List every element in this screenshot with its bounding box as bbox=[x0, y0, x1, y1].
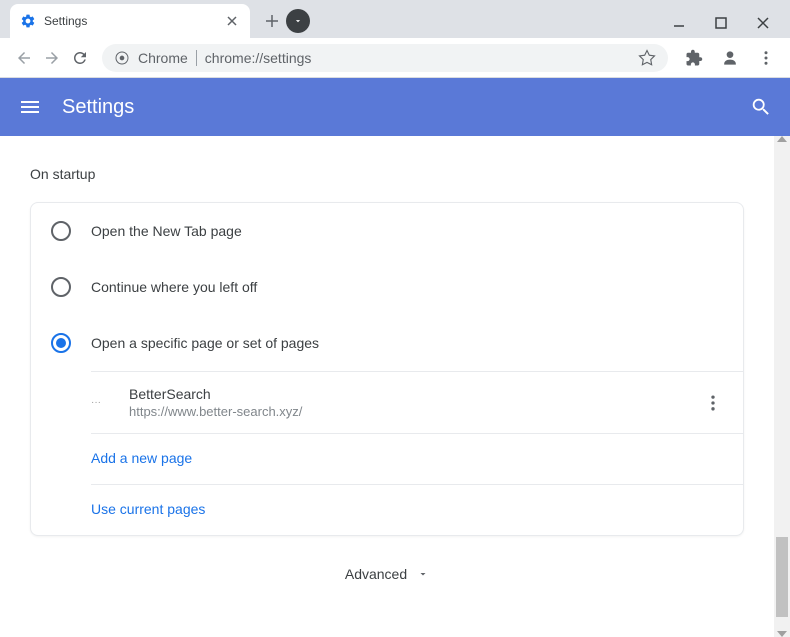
radio-label: Continue where you left off bbox=[91, 279, 257, 295]
radio-icon-selected bbox=[51, 333, 71, 353]
incognito-icon[interactable] bbox=[286, 9, 310, 33]
advanced-label: Advanced bbox=[345, 566, 407, 582]
maximize-icon[interactable] bbox=[714, 16, 728, 30]
window-titlebar: Settings bbox=[0, 0, 790, 38]
profile-icon[interactable] bbox=[716, 44, 744, 72]
page-title: Settings bbox=[62, 96, 750, 119]
settings-gear-icon bbox=[20, 13, 36, 29]
scrollbar-thumb[interactable] bbox=[776, 537, 788, 617]
add-page-row[interactable]: Add a new page bbox=[91, 433, 743, 484]
new-tab-button[interactable] bbox=[258, 7, 286, 35]
page-more-icon[interactable] bbox=[703, 393, 723, 413]
omnibox-url: chrome://settings bbox=[205, 50, 638, 66]
chevron-down-icon bbox=[417, 568, 429, 580]
radio-icon bbox=[51, 277, 71, 297]
more-menu-icon[interactable] bbox=[752, 44, 780, 72]
minimize-icon[interactable] bbox=[672, 16, 686, 30]
close-tab-icon[interactable] bbox=[224, 13, 240, 29]
startup-card: Open the New Tab page Continue where you… bbox=[30, 202, 744, 536]
browser-toolbar: Chrome chrome://settings bbox=[0, 38, 790, 78]
browser-tab[interactable]: Settings bbox=[10, 4, 250, 38]
omnibox-divider bbox=[196, 50, 197, 66]
back-icon[interactable] bbox=[10, 44, 38, 72]
radio-specific[interactable]: Open a specific page or set of pages bbox=[31, 315, 743, 371]
radio-icon bbox=[51, 221, 71, 241]
omnibox[interactable]: Chrome chrome://settings bbox=[102, 44, 668, 72]
search-icon[interactable] bbox=[750, 96, 772, 118]
extensions-icon[interactable] bbox=[680, 44, 708, 72]
radio-label: Open the New Tab page bbox=[91, 223, 242, 239]
settings-header: Settings bbox=[0, 78, 790, 136]
section-title: On startup bbox=[30, 166, 744, 182]
use-current-row[interactable]: Use current pages bbox=[91, 484, 743, 535]
advanced-toggle[interactable]: Advanced bbox=[30, 536, 744, 612]
settings-content: On startup Open the New Tab page Continu… bbox=[0, 136, 774, 637]
favicon-icon: ··· bbox=[91, 393, 111, 413]
hamburger-menu-icon[interactable] bbox=[18, 95, 42, 119]
startup-page-url: https://www.better-search.xyz/ bbox=[129, 404, 703, 419]
bookmark-star-icon[interactable] bbox=[638, 49, 656, 67]
startup-page-name: BetterSearch bbox=[129, 386, 703, 402]
chrome-icon bbox=[114, 50, 130, 66]
tab-title: Settings bbox=[44, 14, 224, 28]
radio-label: Open a specific page or set of pages bbox=[91, 335, 319, 351]
close-window-icon[interactable] bbox=[756, 16, 770, 30]
startup-page-row: ··· BetterSearch https://www.better-sear… bbox=[91, 371, 743, 433]
radio-continue[interactable]: Continue where you left off bbox=[31, 259, 743, 315]
omnibox-origin-label: Chrome bbox=[138, 50, 188, 66]
forward-icon[interactable] bbox=[38, 44, 66, 72]
scrollbar[interactable] bbox=[774, 136, 790, 637]
use-current-link[interactable]: Use current pages bbox=[91, 501, 205, 517]
radio-newtab[interactable]: Open the New Tab page bbox=[31, 203, 743, 259]
add-page-link[interactable]: Add a new page bbox=[91, 450, 192, 466]
reload-icon[interactable] bbox=[66, 44, 94, 72]
window-controls bbox=[672, 16, 790, 38]
